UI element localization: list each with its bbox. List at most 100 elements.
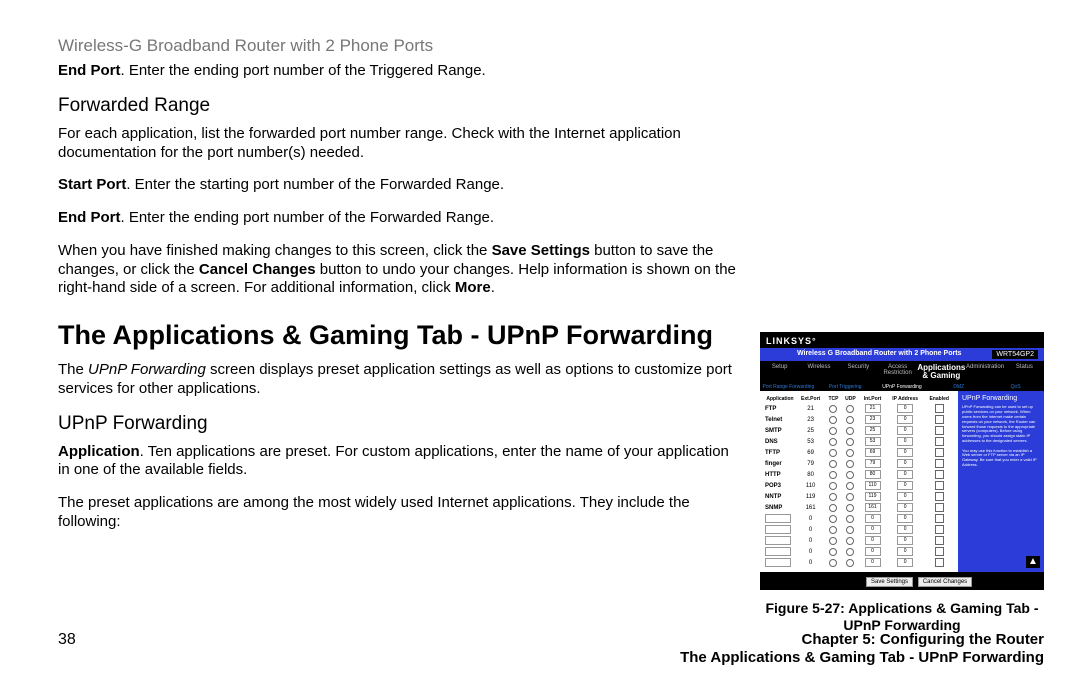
application-input[interactable] [765, 536, 791, 545]
tab-security[interactable]: Security [839, 361, 878, 383]
udp-radio[interactable] [846, 449, 854, 457]
intport-input[interactable]: 21 [865, 404, 881, 413]
col-application: Application [764, 395, 796, 403]
udp-radio[interactable] [846, 482, 854, 490]
enabled-checkbox[interactable] [935, 404, 944, 413]
tcp-radio[interactable] [829, 559, 837, 567]
intport-input[interactable]: 25 [865, 426, 881, 435]
save-settings-button[interactable]: Save Settings [866, 577, 913, 587]
udp-radio[interactable] [846, 427, 854, 435]
tab-status[interactable]: Status [1005, 361, 1044, 383]
enabled-checkbox[interactable] [935, 448, 944, 457]
intport-input[interactable]: 110 [865, 481, 881, 490]
tcp-radio[interactable] [829, 471, 837, 479]
intport-input[interactable]: 0 [865, 547, 881, 556]
ip-input[interactable]: 0 [897, 492, 913, 501]
footer-right: Chapter 5: Configuring the Router The Ap… [680, 631, 1044, 669]
subtab-dmz[interactable]: DMZ [930, 383, 987, 391]
ip-input[interactable]: 0 [897, 514, 913, 523]
subtab-upnp-forwarding[interactable]: UPnP Forwarding [874, 383, 931, 391]
application-input[interactable] [765, 514, 791, 523]
bold-label: Cancel Changes [199, 261, 316, 278]
tcp-radio[interactable] [829, 482, 837, 490]
tcp-radio[interactable] [829, 449, 837, 457]
udp-radio[interactable] [846, 515, 854, 523]
intport-input[interactable]: 0 [865, 525, 881, 534]
enabled-checkbox[interactable] [935, 514, 944, 523]
udp-radio[interactable] [846, 526, 854, 534]
ip-input[interactable]: 0 [897, 470, 913, 479]
ip-input[interactable]: 0 [897, 404, 913, 413]
cell-ipaddress: 0 [886, 491, 924, 502]
enabled-checkbox[interactable] [935, 470, 944, 479]
tcp-radio[interactable] [829, 438, 837, 446]
enabled-checkbox[interactable] [935, 558, 944, 567]
tab-access-restriction[interactable]: Access Restriction [878, 361, 917, 383]
ip-input[interactable]: 0 [897, 547, 913, 556]
tcp-radio[interactable] [829, 405, 837, 413]
enabled-checkbox[interactable] [935, 492, 944, 501]
subtab-port-range[interactable]: Port Range Forwarding [760, 383, 817, 391]
tcp-radio[interactable] [829, 460, 837, 468]
udp-radio[interactable] [846, 548, 854, 556]
ip-input[interactable]: 0 [897, 415, 913, 424]
tcp-radio[interactable] [829, 515, 837, 523]
udp-radio[interactable] [846, 471, 854, 479]
tab-wireless[interactable]: Wireless [799, 361, 838, 383]
ip-input[interactable]: 0 [897, 503, 913, 512]
tcp-radio[interactable] [829, 416, 837, 424]
ip-input[interactable]: 0 [897, 481, 913, 490]
intport-input[interactable]: 161 [865, 503, 881, 512]
intport-input[interactable]: 119 [865, 492, 881, 501]
application-input[interactable] [765, 547, 791, 556]
intport-input[interactable]: 0 [865, 536, 881, 545]
ip-input[interactable]: 0 [897, 525, 913, 534]
enabled-checkbox[interactable] [935, 525, 944, 534]
enabled-checkbox[interactable] [935, 437, 944, 446]
tcp-radio[interactable] [829, 427, 837, 435]
intport-input[interactable]: 23 [865, 415, 881, 424]
enabled-checkbox[interactable] [935, 547, 944, 556]
enabled-checkbox[interactable] [935, 481, 944, 490]
enabled-checkbox[interactable] [935, 426, 944, 435]
intport-input[interactable]: 0 [865, 514, 881, 523]
enabled-checkbox[interactable] [935, 536, 944, 545]
udp-radio[interactable] [846, 504, 854, 512]
intport-input[interactable]: 0 [865, 558, 881, 567]
enabled-checkbox[interactable] [935, 503, 944, 512]
ip-input[interactable]: 0 [897, 437, 913, 446]
udp-radio[interactable] [846, 537, 854, 545]
cancel-changes-button[interactable]: Cancel Changes [918, 577, 972, 587]
cell-tcp [825, 535, 842, 546]
ip-input[interactable]: 0 [897, 448, 913, 457]
tcp-radio[interactable] [829, 526, 837, 534]
enabled-checkbox[interactable] [935, 459, 944, 468]
tcp-radio[interactable] [829, 537, 837, 545]
ip-input[interactable]: 0 [897, 426, 913, 435]
subtab-port-triggering[interactable]: Port Triggering [817, 383, 874, 391]
udp-radio[interactable] [846, 493, 854, 501]
udp-radio[interactable] [846, 405, 854, 413]
ip-input[interactable]: 0 [897, 558, 913, 567]
ip-input[interactable]: 0 [897, 536, 913, 545]
subtab-qos[interactable]: QoS [987, 383, 1044, 391]
udp-radio[interactable] [846, 416, 854, 424]
intport-input[interactable]: 80 [865, 470, 881, 479]
application-input[interactable] [765, 525, 791, 534]
intport-input[interactable]: 69 [865, 448, 881, 457]
tcp-radio[interactable] [829, 493, 837, 501]
udp-radio[interactable] [846, 559, 854, 567]
application-input[interactable] [765, 558, 791, 567]
cell-udp [842, 557, 859, 568]
udp-radio[interactable] [846, 460, 854, 468]
ip-input[interactable]: 0 [897, 459, 913, 468]
tcp-radio[interactable] [829, 548, 837, 556]
intport-input[interactable]: 53 [865, 437, 881, 446]
tab-applications-gaming[interactable]: Applications & Gaming [917, 361, 965, 383]
tcp-radio[interactable] [829, 504, 837, 512]
udp-radio[interactable] [846, 438, 854, 446]
intport-input[interactable]: 79 [865, 459, 881, 468]
enabled-checkbox[interactable] [935, 415, 944, 424]
tab-administration[interactable]: Administration [965, 361, 1004, 383]
tab-setup[interactable]: Setup [760, 361, 799, 383]
